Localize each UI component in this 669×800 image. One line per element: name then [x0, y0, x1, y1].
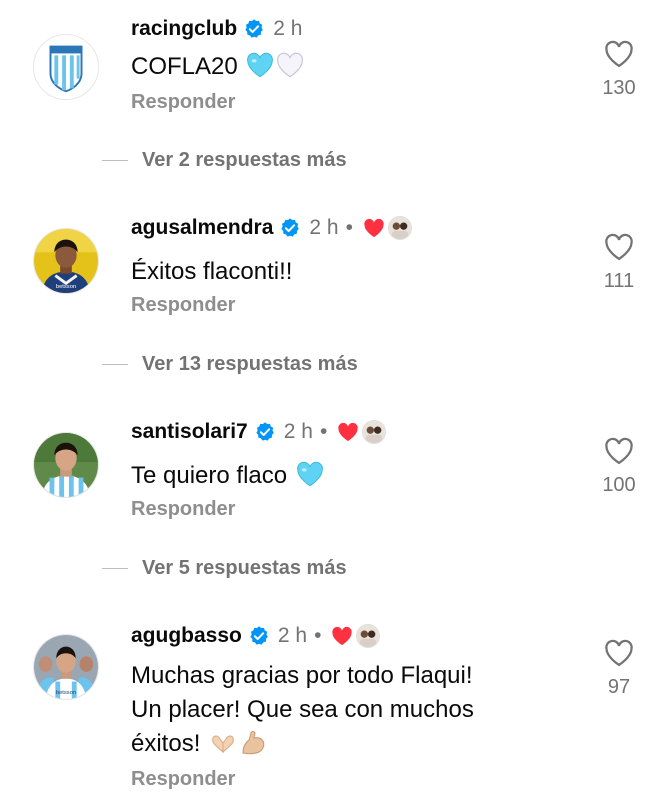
divider-line	[102, 160, 128, 161]
author-avatar-mini	[387, 216, 412, 240]
heart-outline-icon[interactable]	[604, 639, 634, 667]
timestamp: 2 h	[309, 216, 339, 239]
view-more-replies-label[interactable]: Ver 5 respuestas más	[142, 557, 347, 580]
timestamp: 2 h	[277, 624, 308, 647]
liked-by-author-heart-icon	[331, 626, 353, 646]
comment-header: santisolari7 2 h •	[131, 415, 387, 449]
separator-dot: •	[314, 624, 322, 647]
username[interactable]: racingclub	[131, 17, 237, 41]
view-more-replies-label[interactable]: Ver 2 respuestas más	[142, 149, 347, 172]
author-avatar-mini	[362, 420, 387, 444]
comment-text-line: Muchas gracias por todo Flaqui!	[131, 662, 473, 689]
timestamp: 2 h	[273, 17, 303, 40]
heart-outline-icon[interactable]	[604, 40, 634, 68]
view-more-replies[interactable]: Ver 5 respuestas más	[102, 557, 347, 580]
divider-line	[102, 568, 128, 569]
heart-hands-icon	[212, 735, 234, 754]
username[interactable]: agusalmendra	[131, 216, 273, 240]
comment-text-line: COFLA20	[131, 53, 238, 80]
username[interactable]: santisolari7	[131, 420, 248, 444]
comment-text: Te quiero flaco	[131, 459, 324, 493]
reply-button[interactable]: Responder	[131, 498, 235, 521]
like-count: 97	[607, 676, 631, 698]
heart-outline-icon[interactable]	[604, 233, 634, 261]
heart-outline-icon[interactable]	[604, 437, 634, 465]
comment-header: racingclub 2 h	[131, 12, 302, 46]
comment-text-line: Éxitos flaconti!!	[131, 258, 293, 285]
comment-text-line: Te quiero flaco	[131, 462, 288, 489]
avatar-agugbasso[interactable]: betsson	[33, 634, 99, 700]
separator-dot: •	[345, 216, 353, 239]
username[interactable]: agugbasso	[131, 624, 242, 648]
view-more-replies[interactable]: Ver 2 respuestas más	[102, 149, 347, 172]
verified-badge-icon	[243, 18, 265, 40]
svg-text:betsson: betsson	[56, 284, 76, 290]
verified-badge-icon	[254, 421, 276, 443]
white-heart-icon	[276, 52, 304, 78]
reply-button[interactable]: Responder	[131, 768, 235, 791]
avatar-racingclub[interactable]	[33, 34, 99, 100]
reply-button[interactable]: Responder	[131, 294, 235, 317]
light-blue-heart-icon	[246, 52, 274, 78]
like-button[interactable]: 111	[585, 233, 653, 293]
svg-text:betsson: betsson	[56, 690, 76, 696]
separator-dot: •	[319, 420, 328, 443]
like-count: 111	[603, 270, 635, 292]
divider-line	[102, 364, 128, 365]
comment-header: agusalmendra 2 h •	[131, 211, 412, 245]
view-more-replies-label[interactable]: Ver 13 respuestas más	[142, 353, 358, 376]
like-button[interactable]: 130	[585, 40, 653, 100]
comment-text: Muchas gracias por todo Flaqui! Un place…	[131, 659, 474, 761]
light-blue-heart-icon	[296, 461, 324, 487]
like-button[interactable]: 97	[585, 639, 653, 699]
verified-badge-icon	[248, 625, 270, 647]
reply-button[interactable]: Responder	[131, 91, 235, 114]
comment-text: COFLA20	[131, 50, 304, 84]
author-avatar-mini	[356, 624, 381, 648]
liked-by-author-heart-icon	[337, 422, 359, 442]
comment-text-line: Un placer! Que sea con muchos	[131, 696, 474, 723]
like-count: 100	[602, 474, 636, 496]
comment-text-line: éxitos!	[131, 730, 201, 757]
comment-text: Éxitos flaconti!!	[131, 255, 292, 289]
like-button[interactable]: 100	[585, 437, 653, 497]
verified-badge-icon	[279, 217, 301, 239]
timestamp: 2 h	[283, 420, 313, 443]
avatar-santisolari7[interactable]	[33, 432, 99, 498]
flexed-biceps-icon	[242, 731, 265, 755]
comment-header: agugbasso 2 h •	[131, 619, 381, 653]
liked-by-author-heart-icon	[363, 218, 385, 238]
avatar-agusalmendra[interactable]: betsson	[33, 228, 99, 294]
like-count: 130	[602, 77, 636, 99]
view-more-replies[interactable]: Ver 13 respuestas más	[102, 353, 358, 376]
